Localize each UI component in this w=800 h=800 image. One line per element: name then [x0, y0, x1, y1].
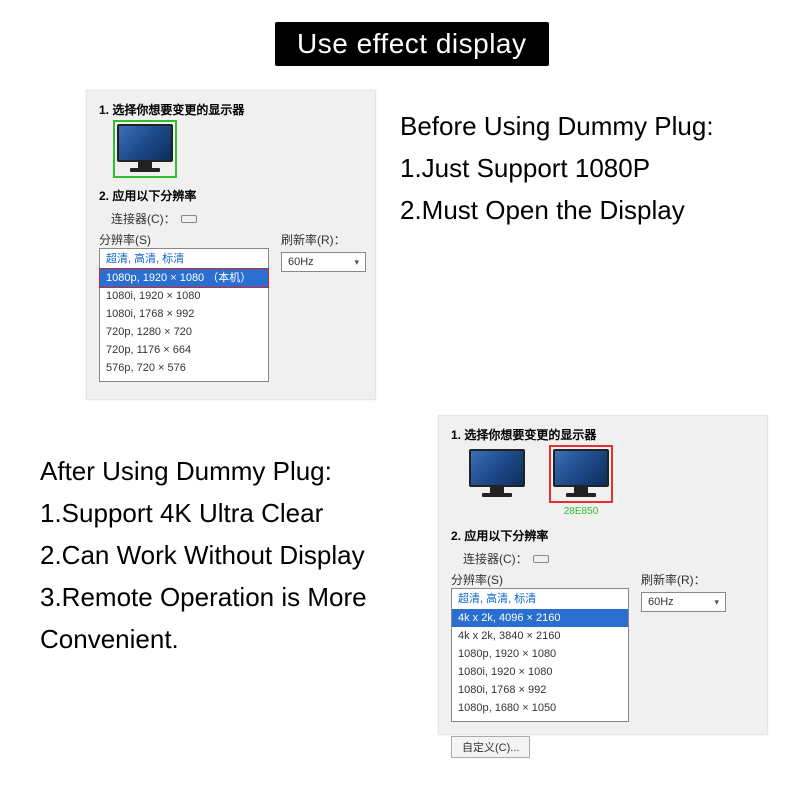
after-text: After Using Dummy Plug: 1.Support 4K Ult…: [40, 450, 370, 660]
after-point-3: 3.Remote Operation is More Convenient.: [40, 576, 370, 660]
list-item[interactable]: 1080i, 1768 × 992: [100, 305, 268, 323]
connector-label: 连接器(C)：: [111, 210, 181, 227]
connector-label: 连接器(C)：: [463, 550, 533, 567]
refresh-dropdown[interactable]: 60Hz ▾: [281, 252, 366, 272]
custom-button[interactable]: 自定义(C)...: [451, 736, 530, 758]
list-item[interactable]: 1080i, 1920 × 1080: [452, 663, 628, 681]
after-settings-panel: 1. 选择你想要变更的显示器 28E850 2. 应用以下分辨率 连接器(C)：…: [438, 415, 768, 735]
after-title: After Using Dummy Plug:: [40, 450, 370, 492]
list-categories: 超清, 高清, 标清: [100, 249, 268, 269]
monitor-icon-selected[interactable]: [553, 449, 609, 499]
after-point-2: 2.Can Work Without Display: [40, 534, 370, 576]
step2-label: 2. 应用以下分辨率: [99, 187, 375, 204]
list-item[interactable]: 720p, 1176 × 664: [100, 341, 268, 359]
list-item[interactable]: 1080i, 1768 × 992: [452, 681, 628, 699]
list-item[interactable]: 1080p, 1920 × 1080: [452, 645, 628, 663]
monitor-caption: 28E850: [553, 506, 609, 517]
resolution-label: 分辨率(S): [451, 571, 629, 588]
list-item-selected[interactable]: 1080p, 1920 × 1080 （本机）: [100, 269, 268, 287]
before-title: Before Using Dummy Plug:: [400, 105, 730, 147]
resolution-label: 分辨率(S): [99, 231, 269, 248]
chevron-down-icon: ▾: [354, 257, 359, 268]
before-point-1: 1.Just Support 1080P: [400, 147, 730, 189]
before-settings-panel: 1. 选择你想要变更的显示器 2. 应用以下分辨率 连接器(C)： 分辨率(S)…: [86, 90, 376, 400]
after-point-1: 1.Support 4K Ultra Clear: [40, 492, 370, 534]
list-item[interactable]: 4k x 2k, 3840 × 2160: [452, 627, 628, 645]
connector-icon: [181, 215, 197, 223]
refresh-label: 刷新率(R)：: [281, 231, 366, 248]
step2-label: 2. 应用以下分辨率: [451, 527, 767, 544]
step1-label: 1. 选择你想要变更的显示器: [99, 101, 375, 118]
banner-title: Use effect display: [275, 22, 549, 66]
refresh-label: 刷新率(R)：: [641, 571, 755, 588]
list-item[interactable]: 1080i, 1920 × 1080: [100, 287, 268, 305]
resolution-listbox[interactable]: 超清, 高清, 标清 1080p, 1920 × 1080 （本机） 1080i…: [99, 248, 269, 382]
refresh-value: 60Hz: [648, 596, 674, 608]
resolution-listbox[interactable]: 超清, 高清, 标清 4k x 2k, 4096 × 2160 4k x 2k,…: [451, 588, 629, 722]
before-point-2: 2.Must Open the Display: [400, 189, 730, 231]
before-text: Before Using Dummy Plug: 1.Just Support …: [400, 105, 730, 231]
refresh-value: 60Hz: [288, 256, 314, 268]
chevron-down-icon: ▾: [714, 597, 719, 608]
list-item[interactable]: 576p, 720 × 576: [100, 359, 268, 377]
list-categories: 超清, 高清, 标清: [452, 589, 628, 609]
monitor-icon[interactable]: [469, 449, 525, 499]
list-item-selected[interactable]: 4k x 2k, 4096 × 2160: [452, 609, 628, 627]
list-item[interactable]: 720p, 1280 × 720: [100, 323, 268, 341]
connector-icon: [533, 555, 549, 563]
monitor-icon[interactable]: [117, 124, 173, 174]
step1-label: 1. 选择你想要变更的显示器: [451, 426, 767, 443]
list-item[interactable]: 1080p, 1680 × 1050: [452, 699, 628, 717]
refresh-dropdown[interactable]: 60Hz ▾: [641, 592, 726, 612]
